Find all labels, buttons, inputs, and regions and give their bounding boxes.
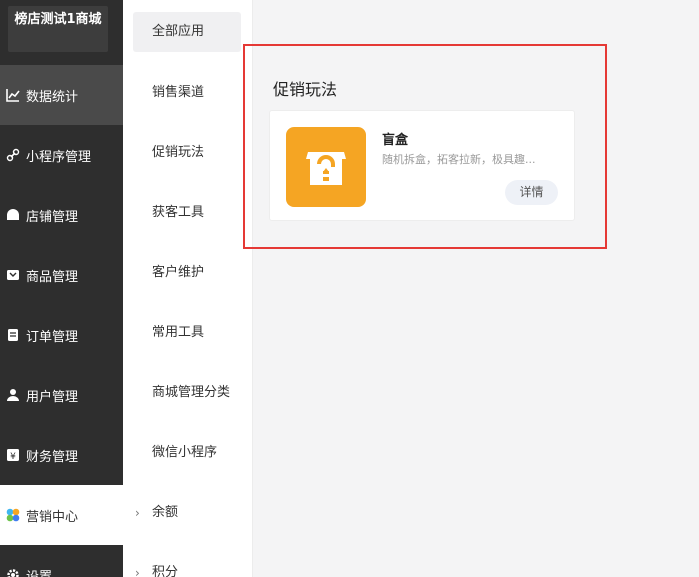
submenu-item-label: 常用工具 <box>152 325 205 340</box>
sidebar-item-label: 店铺管理 <box>26 209 79 225</box>
submenu-item-all-apps[interactable]: 全部应用 <box>133 12 241 52</box>
card-title: 盲盒 <box>382 133 409 148</box>
product-icon <box>5 267 21 283</box>
sidebar-item-finance[interactable]: ¥ 财务管理 <box>0 425 123 485</box>
sidebar-item-store[interactable]: 店铺管理 <box>0 185 123 245</box>
card-description: 随机拆盒，拓客拉新，极具趣... <box>382 153 536 166</box>
submenu-item-customer-care[interactable]: 客户维护 <box>133 253 241 293</box>
store-icon <box>5 207 21 223</box>
sidebar-item-label: 设置 <box>26 569 53 577</box>
sidebar-item-label: 用户管理 <box>26 389 79 405</box>
app-card-blind-box[interactable]: 盲盒 随机拆盒，拓客拉新，极具趣... 详情 <box>269 110 575 221</box>
submenu-item-label: 微信小程序 <box>152 445 218 460</box>
chart-icon <box>5 87 21 103</box>
sidebar-item-orders[interactable]: 订单管理 <box>0 305 123 365</box>
sidebar-item-data-stats[interactable]: 数据统计 <box>0 65 123 125</box>
submenu-item-label: 销售渠道 <box>152 85 205 100</box>
submenu-item-sales-channels[interactable]: 销售渠道 <box>133 73 241 113</box>
svg-text:¥: ¥ <box>10 452 16 462</box>
submenu-item-balance[interactable]: › 余额 <box>133 493 241 533</box>
details-button[interactable]: 详情 <box>505 180 558 205</box>
submenu-item-acquisition-tools[interactable]: 获客工具 <box>133 193 241 233</box>
submenu-item-points[interactable]: › 积分 <box>133 553 241 577</box>
shop-title[interactable]: 榜店测试1商城 <box>8 6 108 52</box>
user-icon <box>5 387 21 403</box>
sidebar-item-marketing[interactable]: 营销中心 <box>0 485 123 545</box>
sidebar-item-users[interactable]: 用户管理 <box>0 365 123 425</box>
sidebar-item-label: 商品管理 <box>26 269 79 285</box>
sidebar-item-label: 数据统计 <box>26 89 79 105</box>
chevron-right-icon: › <box>135 506 140 520</box>
submenu-item-mall-categories[interactable]: 商城管理分类 <box>133 373 241 413</box>
submenu-item-label: 获客工具 <box>152 205 205 220</box>
link-icon <box>5 147 21 163</box>
order-icon <box>5 327 21 343</box>
mystery-box-icon <box>286 127 366 207</box>
submenu-item-label: 商城管理分类 <box>152 385 231 400</box>
gear-icon <box>5 567 21 577</box>
yen-icon: ¥ <box>5 447 21 463</box>
submenu-item-label: 余额 <box>152 505 179 520</box>
sidebar-item-products[interactable]: 商品管理 <box>0 245 123 305</box>
submenu-item-label: 积分 <box>152 565 179 577</box>
marketing-icon <box>5 507 21 523</box>
main-nav: 数据统计 小程序管理 店铺管理 商品管理 订单管理 用户管理 ¥ 财务管理 营销… <box>0 65 123 577</box>
section-title: 促销玩法 <box>273 80 338 99</box>
sidebar-item-settings[interactable]: 设置 <box>0 545 123 577</box>
sidebar-item-label: 财务管理 <box>26 449 79 465</box>
app-category-menu: 全部应用 销售渠道 促销玩法 获客工具 客户维护 常用工具 商城管理分类 微信小… <box>123 0 253 577</box>
submenu-item-promotions[interactable]: 促销玩法 <box>133 133 241 173</box>
sidebar-item-label: 营销中心 <box>26 509 79 525</box>
submenu-item-common-tools[interactable]: 常用工具 <box>133 313 241 353</box>
main-sidebar: 榜店测试1商城 数据统计 小程序管理 店铺管理 商品管理 订单管理 用户管理 ¥… <box>0 0 123 577</box>
submenu-item-label: 全部应用 <box>152 24 205 39</box>
submenu-item-label: 客户维护 <box>152 265 205 280</box>
submenu-item-wechat-miniprogram[interactable]: 微信小程序 <box>133 433 241 473</box>
sidebar-item-miniprogram[interactable]: 小程序管理 <box>0 125 123 185</box>
sidebar-item-label: 订单管理 <box>26 329 79 345</box>
sidebar-item-label: 小程序管理 <box>26 149 92 165</box>
chevron-right-icon: › <box>135 566 140 577</box>
submenu-item-label: 促销玩法 <box>152 145 205 160</box>
